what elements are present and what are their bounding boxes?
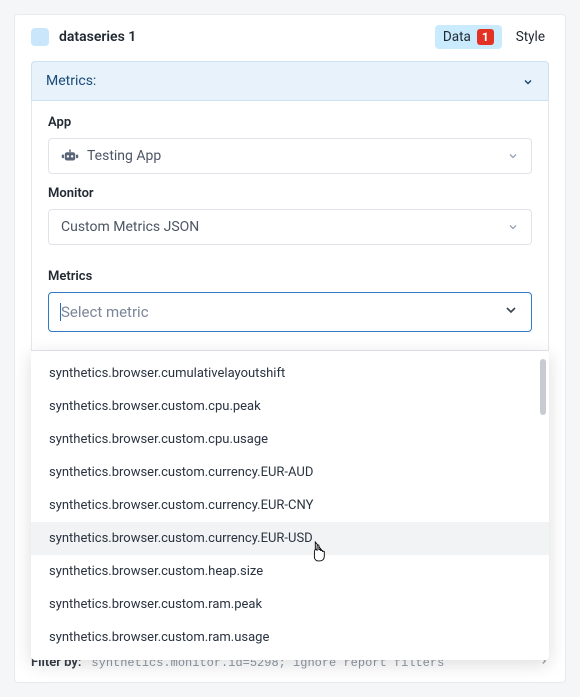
robot-icon (61, 149, 79, 163)
series-checkbox[interactable] (31, 28, 49, 46)
dropdown-item[interactable]: synthetics.browser.custom.ram.usage (31, 621, 549, 654)
dropdown-item[interactable]: synthetics.browser.custom.currency.EUR-A… (31, 456, 549, 489)
series-title: dataseries 1 (59, 29, 435, 45)
tab-data-badge: 1 (477, 29, 494, 45)
dropdown-item[interactable]: synthetics.browser.custom.heap.size (31, 555, 549, 588)
metrics-section-body: App Testing App Monitor Custom Metrics J… (31, 101, 549, 351)
dropdown-item[interactable]: synthetics.browser.custom.ram.peak (31, 588, 549, 621)
metrics-label: Metrics (48, 269, 532, 284)
sections-container: Metrics: App Testing App Monitor Custom … (15, 61, 565, 682)
dataseries-panel: dataseries 1 Data 1 Style Metrics: App T… (14, 14, 566, 683)
dropdown-item[interactable]: synthetics.browser.custom.currency.EUR-U… (31, 522, 549, 555)
metrics-section-header[interactable]: Metrics: (31, 61, 549, 101)
panel-header: dataseries 1 Data 1 Style (15, 15, 565, 61)
dropdown-item[interactable]: synthetics.browser.cumulativelayoutshift (31, 357, 549, 390)
metrics-select[interactable]: Select metric (48, 292, 532, 332)
dropdown-item[interactable]: synthetics.browser.custom.cpu.peak (31, 390, 549, 423)
app-value: Testing App (87, 148, 507, 164)
app-select[interactable]: Testing App (48, 138, 532, 174)
monitor-label: Monitor (48, 186, 532, 201)
metrics-dropdown: synthetics.browser.cumulativelayoutshift… (31, 351, 549, 660)
tabs: Data 1 Style (435, 25, 549, 49)
tab-data[interactable]: Data 1 (435, 25, 502, 49)
app-label: App (48, 115, 532, 130)
monitor-select[interactable]: Custom Metrics JSON (48, 209, 532, 245)
dropdown-item[interactable]: synthetics.browser.custom.cpu.usage (31, 423, 549, 456)
metrics-section-title: Metrics: (46, 73, 522, 89)
chevron-down-icon (503, 302, 519, 322)
dropdown-item[interactable]: synthetics.browser.custom.currency.EUR-C… (31, 489, 549, 522)
tab-style[interactable]: Style (516, 29, 549, 45)
chevron-down-icon (522, 76, 534, 88)
chevron-down-icon (507, 221, 519, 233)
text-cursor (60, 303, 61, 321)
dropdown-list: synthetics.browser.cumulativelayoutshift… (31, 357, 549, 654)
monitor-value: Custom Metrics JSON (61, 219, 507, 235)
metrics-placeholder: Select metric (61, 303, 503, 321)
chevron-down-icon (507, 150, 519, 162)
tab-data-label: Data (443, 29, 471, 45)
